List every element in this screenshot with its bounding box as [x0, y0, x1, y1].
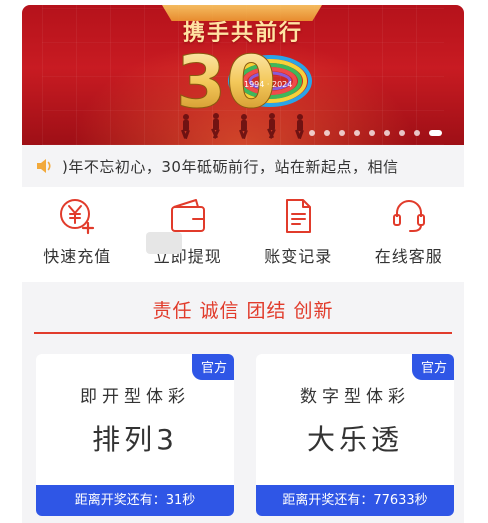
quick-actions: 快速充值 立即提现 账变记录 在线客服	[22, 187, 464, 273]
support-label: 在线客服	[374, 247, 443, 266]
yuan-plus-icon	[60, 199, 95, 235]
carousel-dot[interactable]	[399, 130, 405, 136]
carousel-dot[interactable]	[384, 130, 390, 136]
recharge-button[interactable]: 快速充值	[22, 187, 133, 273]
support-button[interactable]: 在线客服	[354, 187, 465, 273]
wallet-icon	[170, 199, 205, 232]
carousel-dot[interactable]	[339, 130, 345, 136]
runners-illustration	[181, 113, 304, 140]
slogan-title: 责任 诚信 团结 创新	[152, 300, 334, 322]
draw-countdown: 距离开奖还有：77633秒	[256, 485, 454, 516]
withdraw-button[interactable]: 立即提现	[133, 187, 244, 273]
lottery-category: 即开型体彩	[80, 387, 190, 407]
carousel-dot-active[interactable]	[429, 130, 442, 136]
app-screen: 携手共前行 30 1994 · 2024)年不忘初心，30年砥砺前行，站在新起…	[0, 0, 488, 523]
banner-carousel[interactable]: 携手共前行 30 1994 · 2024	[22, 5, 464, 145]
headset-icon	[392, 200, 425, 232]
carousel-indicator[interactable]	[309, 130, 442, 136]
carousel-dot[interactable]	[369, 130, 375, 136]
lottery-card-pailie3[interactable]: 官方 即开型体彩 排列3 距离开奖还有：31秒	[36, 354, 234, 516]
slogan-divider	[34, 332, 452, 334]
speaker-icon	[37, 159, 51, 173]
official-badge: 官方	[411, 354, 454, 380]
carousel-dot[interactable]	[324, 130, 330, 136]
notice-text: )年不忘初心，30年砥砺前行，站在新起点，相信	[62, 157, 399, 176]
notice-bar[interactable]: )年不忘初心，30年砥砺前行，站在新起点，相信	[22, 145, 464, 187]
records-button[interactable]: 账变记录	[243, 187, 354, 273]
official-badge: 官方	[191, 354, 234, 380]
lottery-name: 排列3	[92, 423, 178, 456]
document-icon	[286, 199, 312, 233]
lottery-card-daletou[interactable]: 官方 数字型体彩 大乐透 距离开奖还有：77633秒	[256, 354, 454, 516]
touch-highlight	[146, 232, 182, 254]
carousel-dot[interactable]	[354, 130, 360, 136]
emblem-digit: 30	[176, 43, 276, 113]
emblem-years: 1994 · 2024	[244, 80, 292, 89]
carousel-dot[interactable]	[309, 130, 315, 136]
lottery-category: 数字型体彩	[300, 387, 410, 407]
lottery-section: 责任 诚信 团结 创新 官方 即开型体彩 排列3 距离开奖还有：31秒 官方 数…	[22, 282, 464, 523]
anniversary-emblem: 30 1994 · 2024	[176, 43, 312, 113]
records-label: 账变记录	[264, 247, 333, 266]
draw-countdown: 距离开奖还有：31秒	[36, 485, 234, 516]
lottery-name: 大乐透	[306, 423, 403, 456]
carousel-dot[interactable]	[414, 130, 420, 136]
recharge-label: 快速充值	[43, 247, 112, 266]
